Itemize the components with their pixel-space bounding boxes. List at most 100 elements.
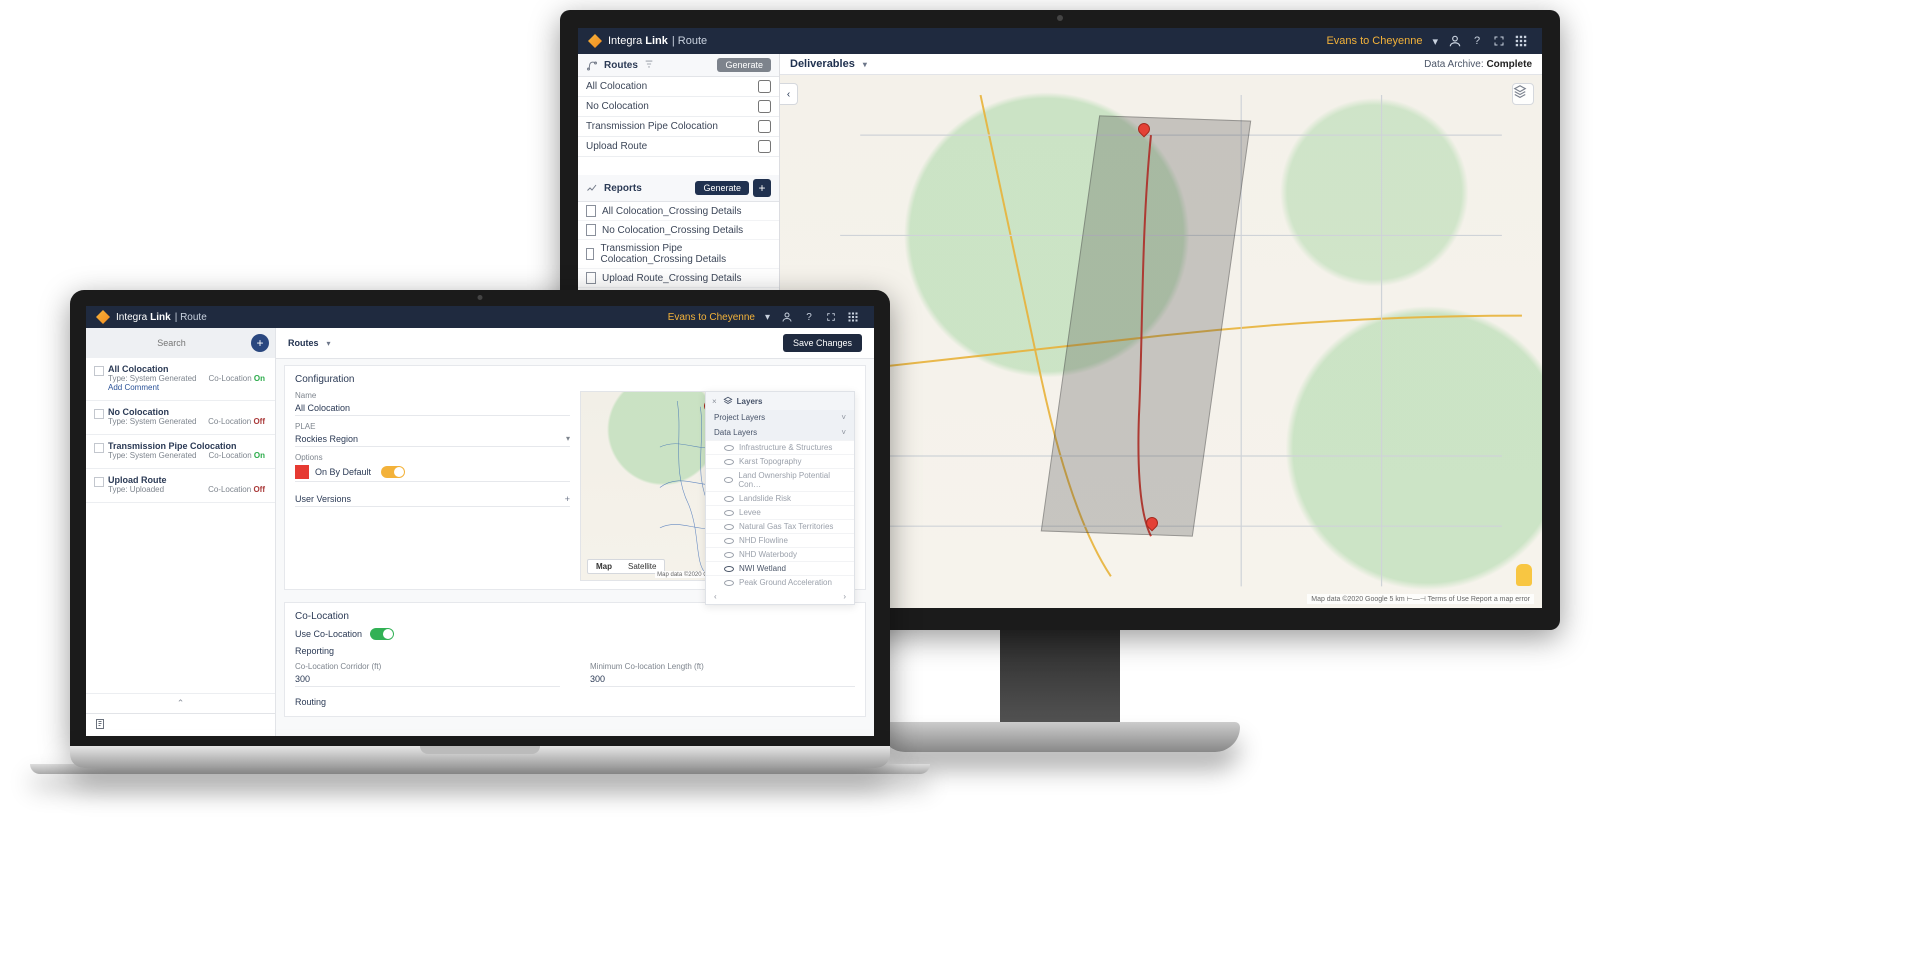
route-card[interactable]: Upload Route Type: Uploaded Co-Location … [86, 469, 275, 503]
mini-map-type-toggle[interactable]: Map Satellite [587, 559, 665, 574]
layer-row[interactable]: Levee [706, 505, 854, 519]
panel-collapse-button[interactable]: ‹ [780, 83, 798, 105]
report-row[interactable]: Transmission Pipe Colocation_Crossing De… [578, 240, 779, 269]
layer-row[interactable]: Landslide Risk [706, 491, 854, 505]
routes-generate-button[interactable]: Generate [717, 58, 771, 72]
monitor-main: Deliverables ▾ Data Archive: Complete [780, 54, 1542, 608]
layers-close-icon[interactable]: × [712, 397, 717, 406]
minlen-field[interactable]: 300 [590, 672, 855, 687]
reports-panel-title: Reports [604, 183, 642, 194]
layer-row[interactable]: Karst Topography [706, 454, 854, 468]
report-row[interactable]: No Colocation_Crossing Details [578, 221, 779, 240]
route-row-checkbox[interactable] [758, 100, 771, 113]
project-layers-section[interactable]: Project Layers [706, 410, 854, 425]
mini-map-map-tab[interactable]: Map [588, 560, 620, 573]
route-row[interactable]: All Colocation [578, 77, 779, 97]
report-row[interactable]: Upload Route_Crossing Details [578, 269, 779, 288]
filter-icon[interactable] [644, 59, 654, 72]
route-row[interactable]: Transmission Pipe Colocation [578, 117, 779, 137]
document-icon [586, 248, 594, 260]
data-layers-section[interactable]: Data Layers [706, 425, 854, 440]
routes-head-title: Routes [288, 338, 319, 348]
route-row-label: Transmission Pipe Colocation [586, 121, 718, 132]
configuration-title: Configuration [295, 374, 855, 385]
color-swatch[interactable] [295, 465, 309, 479]
monitor-stand [1000, 630, 1120, 730]
plae-select[interactable]: Rockies Region [295, 432, 570, 447]
project-caret-icon[interactable]: ▾ [1432, 35, 1438, 48]
options-label: Options [295, 453, 570, 462]
laptop-camera-icon [478, 295, 483, 300]
project-name[interactable]: Evans to Cheyenne [668, 312, 755, 323]
layers-button[interactable] [1512, 83, 1534, 105]
routes-icon [586, 59, 598, 71]
project-caret-icon[interactable]: ▾ [765, 312, 770, 323]
layer-row[interactable]: Peak Ground Acceleration [706, 575, 854, 589]
report-row-label: No Colocation_Crossing Details [602, 225, 743, 236]
reports-icon [586, 182, 598, 194]
layer-row[interactable]: Infrastructure & Structures [706, 440, 854, 454]
layer-row[interactable]: NHD Flowline [706, 533, 854, 547]
use-colocation-toggle[interactable] [370, 628, 394, 640]
chevron-down-icon[interactable]: ▾ [327, 339, 331, 348]
add-route-button[interactable]: + [251, 334, 269, 352]
reports-generate-button[interactable]: Generate [695, 181, 749, 195]
route-row-checkbox[interactable] [758, 80, 771, 93]
document-tray-icon[interactable] [86, 713, 275, 736]
layers-next-button[interactable]: › [843, 592, 846, 601]
route-card[interactable]: Transmission Pipe Colocation Type: Syste… [86, 435, 275, 469]
route-editor-main: Routes ▾ Save Changes Configuration Name [276, 328, 874, 736]
help-icon[interactable]: ? [1469, 33, 1485, 49]
brand-primary: Integra [116, 312, 147, 323]
report-row[interactable]: All Colocation_Crossing Details [578, 202, 779, 221]
eye-icon [724, 552, 734, 558]
deliverables-tab[interactable]: Deliverables [790, 58, 855, 70]
project-name[interactable]: Evans to Cheyenne [1326, 35, 1422, 47]
expand-caret[interactable]: ⌃ [86, 693, 275, 713]
user-icon[interactable] [1447, 33, 1463, 49]
user-icon[interactable] [779, 309, 795, 325]
route-card-status: Co-Location Off [208, 485, 265, 494]
data-archive-value: Complete [1486, 59, 1532, 70]
pegman-icon[interactable] [1516, 564, 1532, 586]
route-row[interactable]: Upload Route [578, 137, 779, 157]
map-attribution: Map data ©2020 Google 5 km ⊢—⊣ Terms of … [1307, 594, 1534, 604]
route-card-status: Co-Location Off [208, 417, 265, 426]
layers-prev-button[interactable]: ‹ [714, 592, 717, 601]
user-versions-add-icon[interactable]: + [565, 494, 570, 504]
route-card[interactable]: No Colocation Type: System Generated Co-… [86, 401, 275, 435]
monitor-camera-icon [1057, 15, 1063, 21]
plae-label: PLAE [295, 422, 570, 431]
on-by-default-toggle[interactable] [381, 466, 405, 478]
fullscreen-icon[interactable] [1491, 33, 1507, 49]
map-canvas[interactable]: ‹ ellite Map data ©2020 Google 5 km ⊢—⊣ … [780, 75, 1542, 608]
chevron-down-icon[interactable]: ▾ [863, 60, 867, 69]
layer-row[interactable]: NHD Waterbody [706, 547, 854, 561]
route-row-checkbox[interactable] [758, 140, 771, 153]
layer-row[interactable]: NWI Wetland [706, 561, 854, 575]
save-changes-button[interactable]: Save Changes [783, 334, 862, 352]
layer-row[interactable]: Natural Gas Tax Territories [706, 519, 854, 533]
name-field[interactable]: All Colocation [295, 401, 570, 416]
layers-popup-head: × Layers [706, 392, 854, 410]
colocation-card: Co-Location Use Co-Location Reporting Co… [284, 602, 866, 717]
eye-icon [724, 566, 734, 572]
reports-add-button[interactable]: + [753, 179, 771, 197]
route-row[interactable]: No Colocation [578, 97, 779, 117]
routing-heading: Routing [295, 697, 855, 707]
reports-panel-head: Reports Generate + [578, 175, 779, 202]
route-row-label: Upload Route [586, 141, 647, 152]
fullscreen-icon[interactable] [823, 309, 839, 325]
route-card[interactable]: All Colocation Type: System Generated Ad… [86, 358, 275, 401]
data-archive-label: Data Archive: [1424, 59, 1483, 70]
user-versions-row[interactable]: User Versions + [295, 492, 570, 507]
data-archive-status: Data Archive: Complete [1424, 59, 1532, 70]
search-input[interactable] [92, 334, 251, 352]
apps-grid-icon[interactable] [845, 309, 861, 325]
add-comment-link[interactable]: Add Comment [108, 383, 265, 392]
corridor-field[interactable]: 300 [295, 672, 560, 687]
help-icon[interactable]: ? [801, 309, 817, 325]
route-row-checkbox[interactable] [758, 120, 771, 133]
layer-row[interactable]: Land Ownership Potential Con… [706, 468, 854, 491]
apps-grid-icon[interactable] [1513, 33, 1529, 49]
